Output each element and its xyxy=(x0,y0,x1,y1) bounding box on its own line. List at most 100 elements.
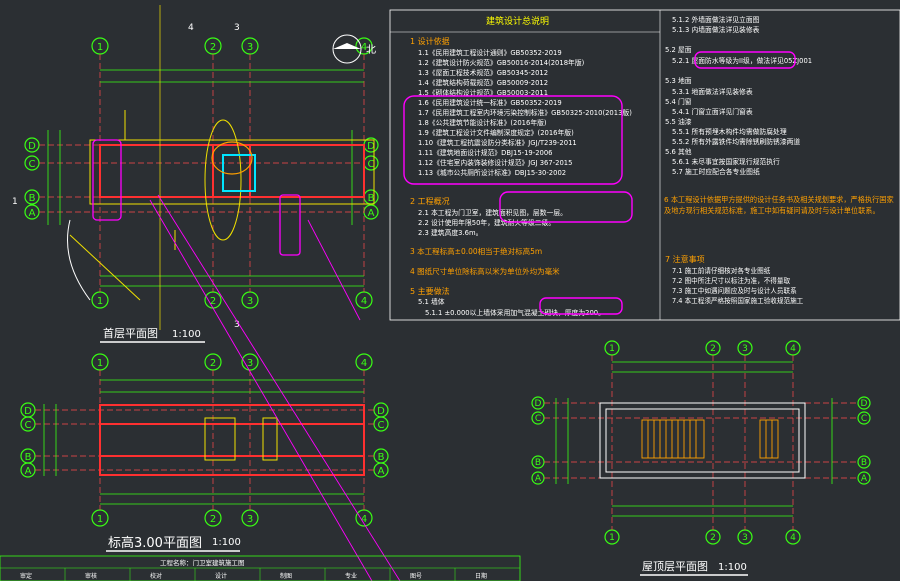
note-line: 1.1《民用建筑工程设计通则》GB50352-2019 xyxy=(418,48,562,57)
note-line: 1.9《建筑工程设计文件编制深度规定》(2016年版) xyxy=(418,128,574,137)
axis-label: C xyxy=(368,159,375,170)
plan3-title: 屋顶层平面图 xyxy=(642,560,708,573)
title-cell: 专业 xyxy=(345,572,357,580)
note-line: 5.1.2 外墙面做法详见立面图 xyxy=(672,15,760,24)
roof-tiles xyxy=(641,419,779,459)
title-cell: 图号 xyxy=(410,573,422,580)
axis-label: 2 xyxy=(210,358,216,369)
plan1-dimensions xyxy=(47,69,364,287)
title-cell: 制图 xyxy=(280,572,292,580)
axis-label: B xyxy=(861,458,867,468)
note-line: 5.2 屋面 xyxy=(665,46,692,54)
note-line: 5.5.1 所有预埋木构件均需做防腐处理 xyxy=(672,127,787,136)
note-line: 5.6.1 未尽事宜按国家现行规范执行 xyxy=(672,157,780,166)
note-line: 5.5.2 所有外露铁件均需除锈刷防锈漆两道 xyxy=(672,137,800,146)
axis-label: 2 xyxy=(710,344,716,354)
section-mark: 1 xyxy=(12,197,18,207)
section-mark: 4 xyxy=(188,23,194,33)
note-line: 5.1.1 ±0.000以上墙体采用加气混凝土砌块，厚度为200。 xyxy=(425,308,605,317)
note-line: 1.3《屋面工程技术规范》GB50345-2012 xyxy=(418,68,548,77)
plan1-title: 首层平面图 xyxy=(103,326,158,340)
note-line: 1.4《建筑结构荷载规范》GB50009-2012 xyxy=(418,78,548,87)
axis-label: C xyxy=(535,414,541,424)
roof-plan: 1 2 3 4 1 2 3 4 D C B A D C B A 屋顶层平面图 1… xyxy=(531,340,871,576)
axis-label: 1 xyxy=(97,514,103,525)
axis-label: 4 xyxy=(361,358,367,369)
section1-list: 1.1《民用建筑工程设计通则》GB50352-2019 1.2《建筑设计防火规范… xyxy=(418,48,632,177)
note-line: 1.2《建筑设计防火规范》GB50016-2014(2018年版) xyxy=(418,58,585,67)
note-line: 1.6《民用建筑设计统一标准》GB50352-2019 xyxy=(418,98,562,107)
note-line: 5.3.1 地面做法详见装修表 xyxy=(672,87,753,96)
axis-label: 3 xyxy=(247,514,253,525)
note-line: 1.7《民用建筑工程室内环境污染控制标准》GB50325-2010(2013版) xyxy=(418,108,632,117)
axis-label: D xyxy=(861,399,868,409)
axis-label: A xyxy=(861,474,868,484)
note-line: 5.1.3 内墙面做法详见装修表 xyxy=(672,25,760,34)
axis-label: A xyxy=(535,474,542,484)
section-mark: 3 xyxy=(234,23,240,33)
axis-label: 1 xyxy=(609,344,615,354)
axis-label: 2 xyxy=(710,533,716,543)
note-line: 7.3 施工中如遇问题应及时与设计人员联系 xyxy=(672,286,797,295)
axis-label: C xyxy=(861,414,867,424)
note-line: 7.4 本工程须严格按照国家施工验收规范施工 xyxy=(672,296,804,305)
axis-label: 2 xyxy=(210,514,216,525)
axis-label: C xyxy=(378,420,385,431)
note-line: 1.8《公共建筑节能设计标准》(2016年版) xyxy=(418,118,547,127)
axis-label: 3 xyxy=(247,296,253,307)
plan3-scale: 1:100 xyxy=(718,562,747,573)
note-line: 5.4.1 门窗立面详见门窗表 xyxy=(672,107,753,116)
axis-label: B xyxy=(29,193,36,204)
note-line: 5.1 墙体 xyxy=(418,297,445,306)
axis-label: B xyxy=(25,452,32,463)
axis-label: 1 xyxy=(97,296,103,307)
design-notes-panel: 建筑设计总说明 1 设计依据 1.1《民用建筑工程设计通则》GB50352-20… xyxy=(389,9,900,321)
axis-label: B xyxy=(378,452,385,463)
axis-label: D xyxy=(24,406,32,417)
section6-block: 6 本工程设计依据甲方提供的设计任务书及相关规划要求，严格执行国家及地方现行相关… xyxy=(664,195,894,215)
note-line: 5.2.1 屋面防水等级为II级，做法详见05ZJ001 xyxy=(672,56,812,65)
axis-label: A xyxy=(378,466,385,477)
note-line: 2.1 本工程为门卫室，建筑面积见图，层数一层。 xyxy=(418,208,567,217)
axis-label: 3 xyxy=(742,533,748,543)
note-line: 2.3 建筑高度3.6m。 xyxy=(418,228,482,237)
plan1-walls xyxy=(99,144,365,198)
axis-label: D xyxy=(28,141,36,152)
cad-drawing-canvas[interactable]: 1 2 3 4 1 2 3 4 D C B A D C B A 4 1 3 3 … xyxy=(0,0,900,581)
note-line: 5.3 地面 xyxy=(665,76,692,85)
axis-label: 4 xyxy=(361,296,367,307)
section6-text: 6 本工程设计依据甲方提供的设计任务书及相关规划要求，严格执行国家及地方现行相关… xyxy=(664,195,894,215)
axis-label: 3 xyxy=(742,344,748,354)
section1-heading: 1 设计依据 xyxy=(410,36,450,46)
section5-heading: 5 主要做法 xyxy=(410,286,450,296)
note-line: 1.13《城市公共厕所设计标准》DBJ15-30-2002 xyxy=(418,168,566,177)
section3-heading: 3 本工程标高±0.00相当于绝对标高5m xyxy=(410,246,542,256)
axis-label: 1 xyxy=(97,358,103,369)
axis-label: 2 xyxy=(210,42,216,53)
axis-label: C xyxy=(25,420,32,431)
section7-heading: 7 注意事项 xyxy=(665,254,705,264)
axis-label: A xyxy=(29,208,36,219)
ground-floor-plan: 1 2 3 4 1 2 3 4 D C B A D C B A 4 1 3 3 … xyxy=(12,5,379,343)
axis-label: 1 xyxy=(609,533,615,543)
axis-label: 4 xyxy=(790,533,796,543)
north-label: 北 xyxy=(366,44,376,56)
plan1-axis-top xyxy=(24,37,379,309)
title-cell: 校对 xyxy=(150,572,162,580)
notes-title: 建筑设计总说明 xyxy=(486,15,549,27)
axis-label: 1 xyxy=(97,42,103,53)
note-line: 1.10《建筑工程抗震设防分类标准》JGJ/T239-2011 xyxy=(418,138,577,147)
title-cell: 设计 xyxy=(215,572,227,580)
plan1-curve xyxy=(67,219,91,301)
axis-label: 3 xyxy=(247,42,253,53)
section4-heading: 4 图纸尺寸单位除标高以米为单位外均为毫米 xyxy=(410,266,560,276)
note-line: 5.4 门窗 xyxy=(665,97,692,106)
title-block: 工程名称：门卫室建筑施工图 审定 审核 校对 设计 制图 专业 图号 日期 xyxy=(0,555,521,581)
plan1-grid xyxy=(39,54,365,292)
axis-label: 2 xyxy=(210,296,216,307)
note-line: 5.7 施工时应配合各专业图纸 xyxy=(672,167,760,176)
section2-heading: 2 工程概况 xyxy=(410,196,450,206)
level-3-plan: 1 2 3 4 1 2 3 4 D C B A D C B A 标高3.00平面… xyxy=(20,353,389,552)
right-column-list: 5.1.2 外墙面做法详见立面图 5.1.3 内墙面做法详见装修表 5.2 屋面… xyxy=(665,15,812,176)
plan2-scale: 1:100 xyxy=(212,537,241,548)
